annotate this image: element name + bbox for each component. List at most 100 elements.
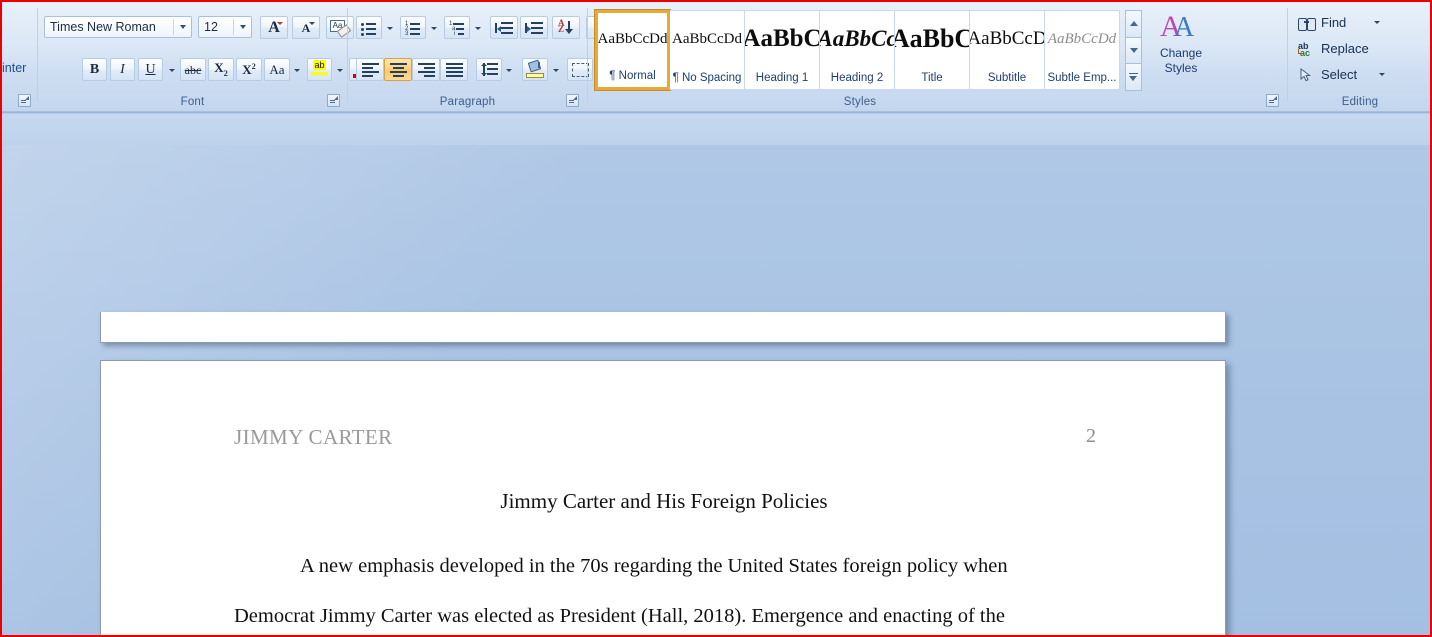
bullets-dropdown[interactable]: [383, 16, 397, 39]
style-preview: AaBbCcDd: [1047, 30, 1117, 47]
decrease-indent-button[interactable]: [490, 16, 518, 39]
style-item-subtle-emphasis[interactable]: AaBbCcDd Subtle Emp...: [1045, 10, 1120, 90]
replace-label: Replace: [1321, 41, 1369, 56]
style-preview: AaBbCc: [820, 26, 894, 51]
chevron-down-icon[interactable]: [180, 25, 186, 29]
find-button[interactable]: Find: [1298, 12, 1408, 33]
scroll-up-icon: [1129, 21, 1138, 27]
chevron-down-icon[interactable]: [1379, 73, 1385, 76]
change-case-dropdown[interactable]: [290, 58, 304, 81]
increase-indent-button[interactable]: [520, 16, 548, 39]
shading-button[interactable]: [522, 58, 548, 81]
select-button[interactable]: Select: [1298, 64, 1408, 85]
change-styles-button[interactable]: A A Change Styles: [1150, 10, 1212, 90]
clipboard-group: inter: [2, 4, 35, 111]
subscript-label: X2: [214, 60, 228, 78]
change-case-button[interactable]: Aa: [264, 58, 290, 81]
multilevel-list-dropdown[interactable]: [471, 16, 485, 39]
style-item-no-spacing[interactable]: AaBbCcDd ¶ No Spacing: [670, 10, 745, 90]
styles-more-button[interactable]: [1125, 63, 1142, 92]
paragraph-group-label: Paragraph: [439, 96, 496, 108]
style-item-title[interactable]: AaBbC Title: [895, 10, 970, 90]
bold-button[interactable]: B: [82, 58, 107, 81]
clipboard-dialog-launcher[interactable]: [18, 94, 31, 107]
underline-button[interactable]: U: [138, 58, 163, 81]
change-styles-label-1: Change: [1159, 46, 1203, 60]
chevron-down-icon: [475, 27, 481, 30]
align-center-button[interactable]: [384, 58, 412, 81]
multilevel-list-button[interactable]: 1 a i: [444, 16, 470, 39]
cursor-icon: [1298, 67, 1318, 82]
group-separator: [347, 8, 348, 102]
numbered-list-icon: 1 2 3: [405, 21, 421, 37]
styles-scroll-up-button[interactable]: [1125, 10, 1142, 38]
bullet-list-icon: [361, 22, 377, 36]
line-spacing-button[interactable]: [476, 58, 502, 81]
paragraph-dialog-launcher[interactable]: [566, 94, 579, 107]
body-line-text: Democrat Jimmy Carter was elected as Pre…: [234, 605, 1005, 627]
underline-dropdown[interactable]: [164, 58, 179, 81]
find-label: Find: [1321, 15, 1347, 30]
subscript-button[interactable]: X2: [208, 58, 234, 81]
document-page[interactable]: JIMMY CARTER 2 Jimmy Carter and His Fore…: [100, 360, 1226, 635]
style-name: Heading 2: [830, 72, 884, 84]
style-preview: AaBbCcDd: [672, 30, 742, 47]
highlight-color-swatch: [311, 72, 328, 75]
replace-button[interactable]: ab ac Replace: [1298, 38, 1416, 59]
strikethrough-button[interactable]: abc: [180, 58, 206, 81]
shrink-font-button[interactable]: A: [292, 16, 320, 39]
font-size-combo[interactable]: 12: [198, 16, 252, 38]
more-styles-icon: [1129, 72, 1138, 82]
numbering-dropdown[interactable]: [427, 16, 441, 39]
text-highlight-button[interactable]: ab: [307, 58, 332, 81]
styles-scroll-down-button[interactable]: [1125, 36, 1142, 65]
format-painter-label[interactable]: inter: [2, 61, 26, 75]
style-name: Title: [921, 72, 943, 84]
chevron-down-icon: [294, 69, 300, 72]
group-separator: [37, 8, 38, 102]
header-title: JIMMY CARTER: [234, 425, 393, 449]
ribbon: inter Times New Roman 12 A A Aa B I U ab…: [2, 2, 1430, 113]
text-highlight-dropdown[interactable]: [333, 58, 347, 81]
style-preview: AaBbC: [745, 25, 819, 52]
grow-font-button[interactable]: A: [260, 16, 288, 39]
style-item-heading-1[interactable]: AaBbC Heading 1: [745, 10, 820, 90]
style-item-normal[interactable]: AaBbCcDd ¶ Normal: [594, 9, 671, 91]
style-name: Subtle Emp...: [1047, 72, 1117, 84]
align-right-button[interactable]: [412, 58, 440, 81]
group-separator: [587, 8, 588, 102]
style-item-heading-2[interactable]: AaBbCc Heading 2: [820, 10, 895, 90]
italic-button[interactable]: I: [110, 58, 135, 81]
line-spacing-dropdown[interactable]: [502, 58, 516, 81]
font-name-value: Times New Roman: [50, 20, 156, 34]
chevron-down-icon: [506, 69, 512, 72]
style-item-subtitle[interactable]: AaBbCcD Subtitle: [970, 10, 1045, 90]
change-case-label: Aa: [269, 62, 285, 77]
replace-icon: ab ac: [1298, 40, 1311, 58]
font-dialog-launcher[interactable]: [327, 94, 340, 107]
body-line: Democrat Jimmy Carter was elected as Pre…: [234, 591, 1074, 635]
justify-button[interactable]: [440, 58, 468, 81]
paragraph-group: 1 2 3 1 a i A Z Paragraph: [350, 4, 614, 111]
styles-dialog-launcher[interactable]: [1266, 94, 1279, 107]
style-preview: AaBbCcD: [970, 28, 1044, 49]
body-line: A new emphasis developed in the 70s rega…: [234, 541, 1074, 591]
increase-indent-icon: [525, 21, 543, 34]
multilevel-list-icon: 1 a i: [449, 21, 465, 37]
styles-gallery-scrollbar[interactable]: [1125, 10, 1142, 92]
chevron-down-icon[interactable]: [240, 25, 246, 29]
styles-group: AaBbCcDd ¶ Normal AaBbCcDd ¶ No Spacing …: [590, 4, 1285, 111]
style-name: Subtitle: [987, 72, 1027, 84]
numbering-button[interactable]: 1 2 3: [400, 16, 426, 39]
align-left-button[interactable]: [356, 58, 384, 81]
bullets-button[interactable]: [356, 16, 382, 39]
align-center-icon: [389, 63, 407, 77]
chevron-down-icon[interactable]: [1374, 21, 1380, 24]
sort-button[interactable]: A Z: [552, 16, 580, 39]
superscript-button[interactable]: X2: [236, 58, 262, 81]
document-body[interactable]: A new emphasis developed in the 70s rega…: [234, 541, 1074, 635]
chevron-down-icon: [337, 69, 343, 72]
font-name-combo[interactable]: Times New Roman: [44, 16, 192, 38]
shading-dropdown[interactable]: [549, 58, 563, 81]
borders-icon: [571, 62, 589, 77]
